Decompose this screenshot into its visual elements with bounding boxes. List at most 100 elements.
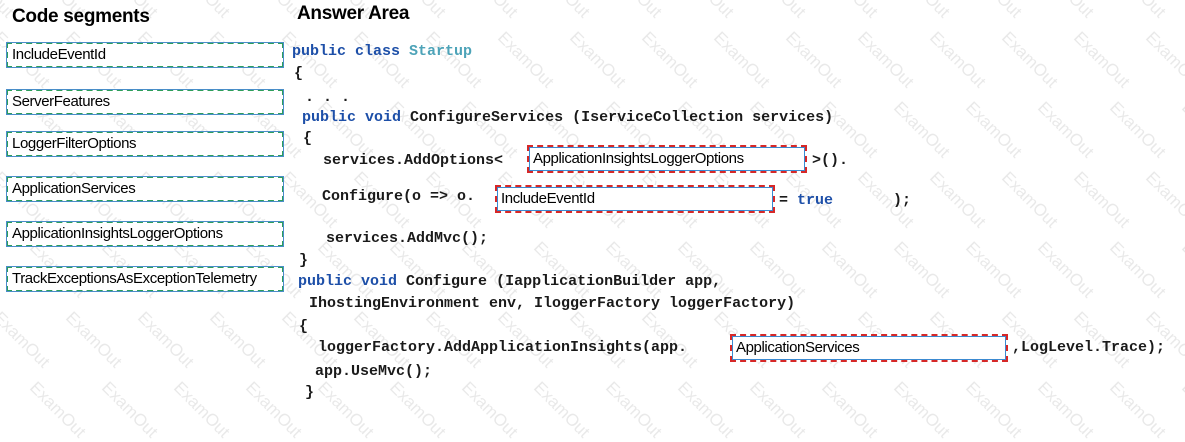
watermark-text: ExamOut xyxy=(169,377,234,442)
watermark-text: ExamOut xyxy=(925,27,990,92)
watermark-text: ExamOut xyxy=(1033,377,1098,442)
answer-slot-1[interactable]: ApplicationInsightsLoggerOptions xyxy=(527,145,807,173)
watermark-text: ExamOut xyxy=(457,377,522,442)
code-line-7-pre: Configure(o => o. xyxy=(322,188,476,205)
watermark-text: ExamOut xyxy=(205,307,270,372)
watermark-text: ExamOut xyxy=(673,237,738,302)
watermark-text: ExamOut xyxy=(1177,0,1185,22)
code-line-8: services.AddMvc(); xyxy=(326,230,489,247)
watermark-text: ExamOut xyxy=(961,237,1026,302)
watermark-text: ExamOut xyxy=(1033,0,1098,22)
answer-slot-2[interactable]: IncludeEventId xyxy=(495,185,775,213)
watermark-text: ExamOut xyxy=(853,27,918,92)
watermark-text: ExamOut xyxy=(961,0,1026,22)
watermark-text: ExamOut xyxy=(997,167,1062,232)
slot-border xyxy=(497,187,773,211)
code-line-4: public void ConfigureServices (IserviceC… xyxy=(302,109,833,127)
segment-server-features[interactable]: ServerFeatures xyxy=(6,89,284,115)
watermark-text: ExamOut xyxy=(637,27,702,92)
watermark-text: ExamOut xyxy=(961,97,1026,162)
watermark-text: ExamOut xyxy=(1105,237,1170,302)
watermark-text: ExamOut xyxy=(529,0,594,22)
watermark-text: ExamOut xyxy=(1105,377,1170,442)
method-signature: Configure (IapplicationBuilder app, xyxy=(406,273,722,290)
watermark-text: ExamOut xyxy=(25,377,90,442)
code-line-3: . . . xyxy=(305,89,351,106)
code-line-2: { xyxy=(294,65,304,82)
keyword: public void xyxy=(298,273,398,290)
code-line-14: app.UseMvc(); xyxy=(315,363,433,380)
watermark-text: ExamOut xyxy=(493,27,558,92)
watermark-text: ExamOut xyxy=(673,0,738,22)
watermark-text: ExamOut xyxy=(1177,97,1185,162)
code-line-11: IhostingEnvironment env, IloggerFactory … xyxy=(309,295,796,312)
watermark-text: ExamOut xyxy=(817,0,882,22)
watermark-text: ExamOut xyxy=(709,27,774,92)
watermark-text: ExamOut xyxy=(241,377,306,442)
watermark-text: ExamOut xyxy=(925,167,990,232)
watermark-text: ExamOut xyxy=(97,377,162,442)
equals-sign: = xyxy=(779,192,798,209)
watermark-text: ExamOut xyxy=(817,377,882,442)
watermark-text: ExamOut xyxy=(169,0,234,22)
watermark-text: ExamOut xyxy=(1141,167,1185,232)
slot-border xyxy=(529,147,805,171)
watermark-text: ExamOut xyxy=(997,27,1062,92)
watermark-text: ExamOut xyxy=(673,377,738,442)
watermark-text: ExamOut xyxy=(781,27,846,92)
code-line-6-post: >(). xyxy=(812,152,849,169)
watermark-text: ExamOut xyxy=(961,377,1026,442)
watermark-text: ExamOut xyxy=(601,237,666,302)
segment-application-services[interactable]: ApplicationServices xyxy=(6,176,284,202)
code-line-12: { xyxy=(299,318,309,335)
watermark-text: ExamOut xyxy=(1177,237,1185,302)
code-line-13-post: ,LogLevel.Trace); xyxy=(1012,339,1166,356)
type-name: Startup xyxy=(409,43,473,60)
code-line-5: { xyxy=(303,130,313,147)
watermark-text: ExamOut xyxy=(61,307,126,372)
watermark-text: ExamOut xyxy=(817,237,882,302)
code-line-15: } xyxy=(305,384,315,401)
watermark-text: ExamOut xyxy=(889,0,954,22)
code-line-10: public void Configure (IapplicationBuild… xyxy=(298,273,721,291)
watermark-text: ExamOut xyxy=(241,0,306,22)
answer-slot-3[interactable]: ApplicationServices xyxy=(730,334,1008,362)
watermark-text: ExamOut xyxy=(1069,27,1134,92)
segment-track-exceptions[interactable]: TrackExceptionsAsExceptionTelemetry xyxy=(6,266,284,292)
watermark-text: ExamOut xyxy=(1033,97,1098,162)
slot-border xyxy=(732,336,1006,360)
watermark-text: ExamOut xyxy=(889,237,954,302)
watermark-text: ExamOut xyxy=(1105,0,1170,22)
watermark-text: ExamOut xyxy=(1141,27,1185,92)
code-line-6-pre: services.AddOptions< xyxy=(323,152,504,169)
code-line-7-eq: = true xyxy=(779,192,833,210)
watermark-text: ExamOut xyxy=(529,377,594,442)
watermark-text: ExamOut xyxy=(745,237,810,302)
watermark-text: ExamOut xyxy=(529,237,594,302)
watermark-text: ExamOut xyxy=(457,0,522,22)
watermark-text: ExamOut xyxy=(889,97,954,162)
watermark-text: ExamOut xyxy=(1069,167,1134,232)
watermark-text: ExamOut xyxy=(601,377,666,442)
watermark-text: ExamOut xyxy=(0,307,54,372)
code-line-7-post: ); xyxy=(893,192,912,209)
watermark-text: ExamOut xyxy=(1177,377,1185,442)
watermark-text: ExamOut xyxy=(565,27,630,92)
segment-logger-filter-options[interactable]: LoggerFilterOptions xyxy=(6,131,284,157)
watermark-text: ExamOut xyxy=(313,377,378,442)
keyword: public void xyxy=(302,109,402,126)
watermark-text: ExamOut xyxy=(745,0,810,22)
code-line-9: } xyxy=(299,252,309,269)
watermark-text: ExamOut xyxy=(385,377,450,442)
watermark-text: ExamOut xyxy=(1105,97,1170,162)
segment-application-insights-logger-options[interactable]: ApplicationInsightsLoggerOptions xyxy=(6,221,284,247)
code-line-13-pre: loggerFactory.AddApplicationInsights(app… xyxy=(318,339,688,356)
segment-include-event-id[interactable]: IncludeEventId xyxy=(6,42,284,68)
watermark-text: ExamOut xyxy=(745,377,810,442)
keyword: public class xyxy=(292,43,401,60)
true-keyword: true xyxy=(797,192,834,209)
watermark-text: ExamOut xyxy=(889,377,954,442)
code-segments-heading: Code segments xyxy=(12,6,150,27)
code-line-1: public class Startup xyxy=(292,43,472,61)
watermark-text: ExamOut xyxy=(1033,237,1098,302)
